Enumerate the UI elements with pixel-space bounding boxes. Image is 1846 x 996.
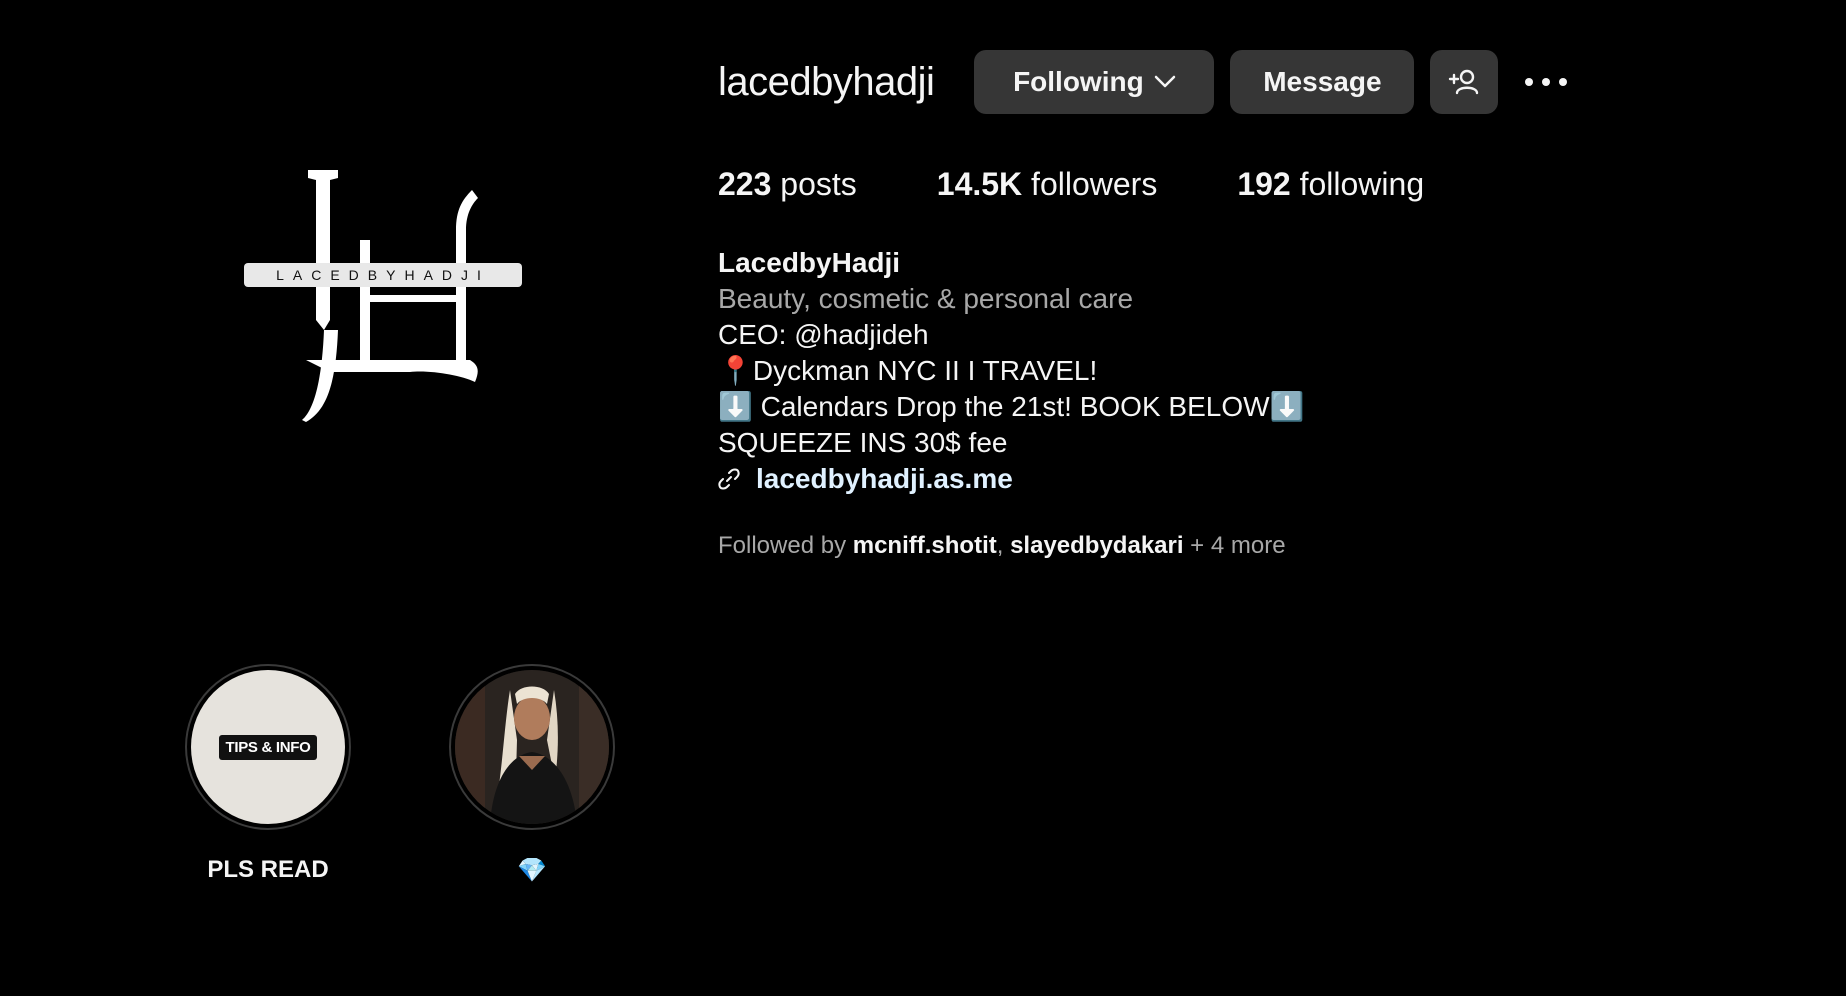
profile-header: lacedbyhadji Following Message [718,50,1570,114]
more-options-button[interactable] [1522,50,1570,114]
bio-line: SQUEEZE INS 30$ fee [718,427,1008,458]
person-photo [455,670,609,824]
story-highlight[interactable]: 💎 [447,664,617,885]
profile-stats: 223 posts 14.5K followers 192 following [718,166,1504,203]
username: lacedbyhadji [718,59,935,104]
followed-by[interactable]: Followed by mcniff.shotit, slayedbydakar… [718,532,1286,560]
chevron-down-icon [1154,75,1175,88]
bio-line: CEO: @hadjideh [718,319,929,350]
posts-count: 223 [718,166,772,202]
posts-stat: 223 posts [718,166,857,203]
followers-label: followers [1022,166,1158,202]
followed-by-separator: , [996,532,1011,559]
following-stat[interactable]: 192 following [1237,166,1424,203]
highlight-cover: TIPS & INFO [191,670,345,824]
posts-label: posts [771,166,857,202]
profile-logo[interactable]: LACEDBYHADJI [210,170,550,450]
following-button-label: Following [1013,66,1144,97]
profile-bio: LacedbyHadji Beauty, cosmetic & personal… [718,245,1304,497]
followed-by-account[interactable]: mcniff.shotit [853,532,997,559]
bio-link-text[interactable]: lacedbyhadji.as.me [756,461,1013,497]
link-icon [718,468,740,490]
highlight-cover-text: TIPS & INFO [219,734,317,760]
following-button[interactable]: Following [974,50,1215,114]
followed-by-prefix: Followed by [718,532,853,559]
logo-text: LACEDBYHADJI [276,267,490,283]
highlight-label: PLS READ [207,856,329,883]
display-name: LacedbyHadji [718,247,901,278]
story-highlight[interactable]: TIPS & INFO PLS READ [183,664,353,884]
message-button[interactable]: Message [1230,50,1415,114]
highlight-ring: TIPS & INFO [185,664,351,830]
following-count: 192 [1237,166,1291,202]
followers-stat[interactable]: 14.5K followers [937,166,1158,203]
highlight-label: 💎 [517,857,547,884]
bio-line: 📍Dyckman NYC II I TRAVEL! [718,355,1098,386]
add-user-button[interactable] [1430,50,1499,114]
followed-by-more[interactable]: + 4 more [1184,532,1285,559]
followed-by-account[interactable]: slayedbydakari [1010,532,1183,559]
following-label: following [1290,166,1425,202]
ellipsis-icon [1525,78,1568,86]
followers-count: 14.5K [936,166,1023,202]
person-plus-icon [1449,69,1479,95]
message-button-label: Message [1263,66,1382,97]
bio-line: ⬇️ Calendars Drop the 21st! BOOK BELOW⬇️ [718,391,1305,422]
highlight-cover-photo [455,670,609,824]
category-label: Beauty, cosmetic & personal care [718,283,1134,314]
bio-link[interactable]: lacedbyhadji.as.me [718,461,1304,497]
highlight-ring [449,664,615,830]
